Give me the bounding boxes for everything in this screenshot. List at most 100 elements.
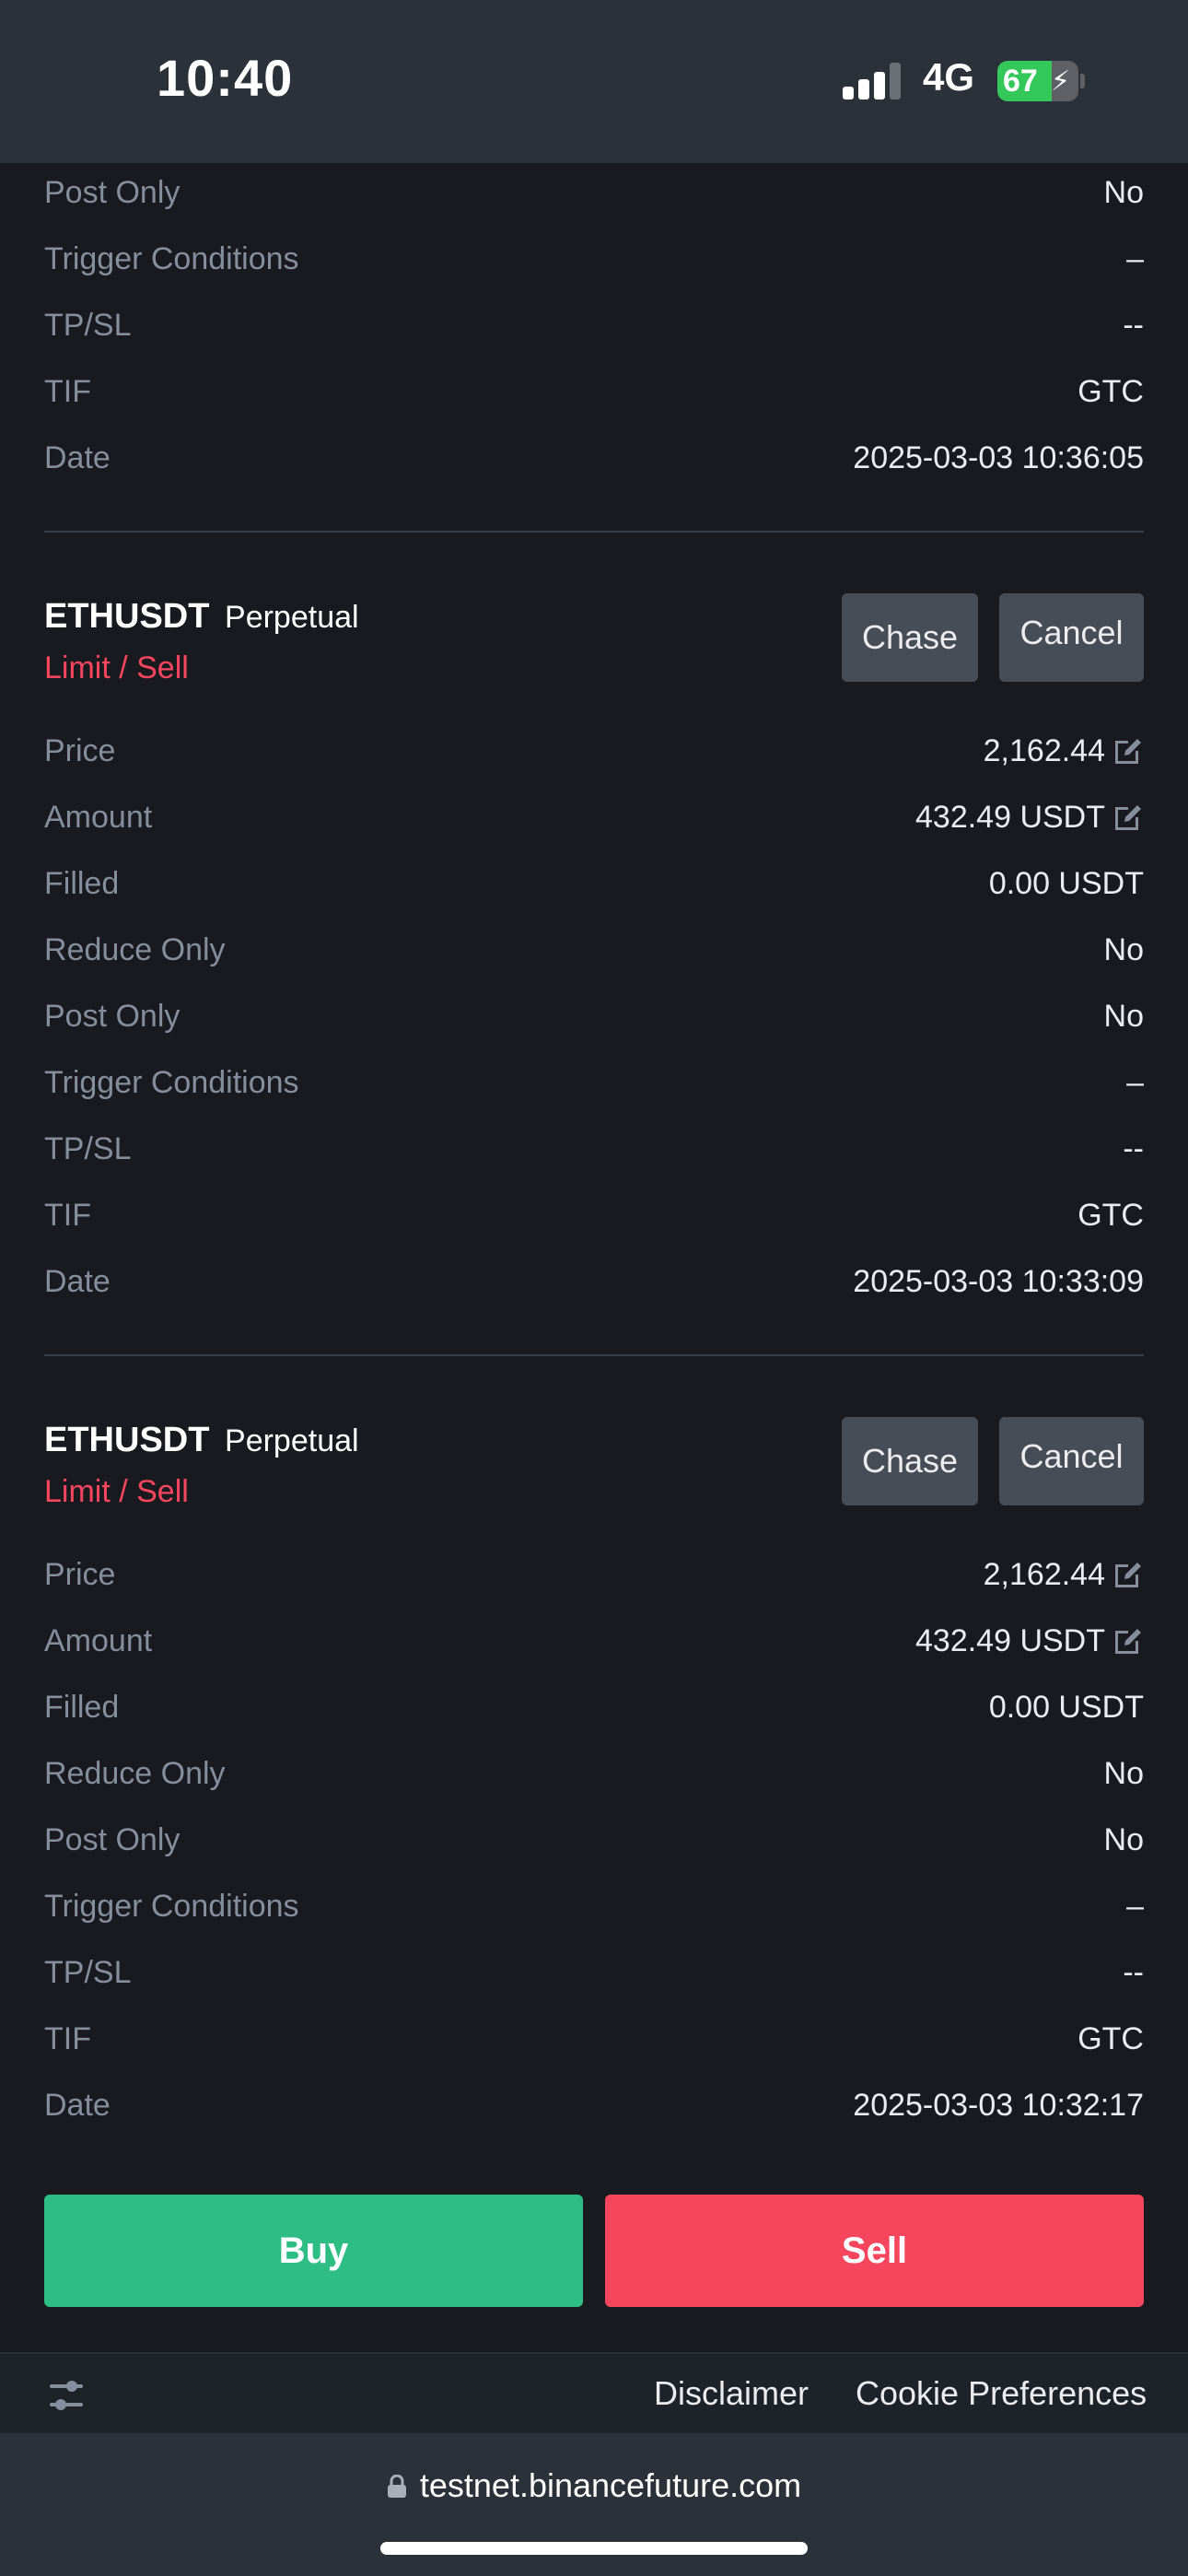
cookie-preferences-link[interactable]: Cookie Preferences: [856, 2374, 1147, 2413]
order-row-post-only: Post Only No: [44, 989, 1144, 1044]
order-row-amount: Amount 432.49 USDT: [44, 790, 1144, 845]
order-row-date: Date 2025-03-03 10:36:05: [44, 430, 1144, 486]
order-symbol: ETHUSDT Perpetual: [44, 1421, 359, 1460]
row-label: Date: [44, 439, 111, 475]
edit-amount-icon[interactable]: [1112, 1625, 1144, 1657]
row-label: Trigger Conditions: [44, 1064, 299, 1100]
row-label: Reduce Only: [44, 1755, 226, 1791]
order-row-date: Date 2025-03-03 10:32:17: [44, 2078, 1144, 2133]
cancel-button[interactable]: Cancel: [999, 593, 1144, 682]
url-text: testnet.binancefuture.com: [419, 2466, 802, 2504]
row-label: Post Only: [44, 1821, 181, 1857]
order-row-trigger-conditions: Trigger Conditions –: [44, 231, 1144, 287]
row-label: Post Only: [44, 998, 181, 1034]
row-value: --: [1123, 307, 1144, 343]
order-row-trigger-conditions: Trigger Conditions –: [44, 1879, 1144, 1934]
row-value: 0.00 USDT: [988, 1689, 1144, 1725]
order-row-post-only: Post Only No: [44, 165, 1144, 220]
price-value: 2,162.44: [983, 1556, 1105, 1592]
battery-percent: 67: [1003, 64, 1038, 99]
battery-cap: [1080, 74, 1085, 88]
contract-type: Perpetual: [225, 1423, 359, 1458]
charging-bolt-icon: ⚡︎: [1051, 66, 1071, 97]
row-label: TIF: [44, 2020, 91, 2056]
sell-button[interactable]: Sell: [605, 2195, 1144, 2307]
order-side: Limit / Sell: [44, 650, 189, 685]
sliders-icon[interactable]: [48, 2378, 85, 2413]
row-value: GTC: [1077, 1197, 1144, 1233]
row-value: No: [1103, 998, 1144, 1034]
amount-value: 432.49 USDT: [915, 799, 1105, 835]
row-label: Reduce Only: [44, 931, 226, 967]
row-value-wrap: 432.49 USDT: [915, 1623, 1144, 1659]
row-label: TP/SL: [44, 1954, 132, 1990]
chase-button[interactable]: Chase: [842, 593, 978, 682]
order-divider: [44, 1354, 1144, 1356]
order-row-date: Date 2025-03-03 10:33:09: [44, 1254, 1144, 1309]
order-row-price: Price 2,162.44: [44, 723, 1144, 779]
row-label: Price: [44, 1556, 116, 1592]
page-footer: Disclaimer Cookie Preferences: [0, 2352, 1188, 2435]
row-value: No: [1103, 1755, 1144, 1791]
order-header: ETHUSDT Perpetual Limit / Sell Chase Can…: [44, 593, 1144, 695]
row-label: Price: [44, 732, 116, 768]
row-value: 2025-03-03 10:36:05: [853, 439, 1144, 475]
cellular-signal-icon: [843, 63, 903, 100]
row-label: Amount: [44, 1622, 153, 1658]
order-header: ETHUSDT Perpetual Limit / Sell Chase Can…: [44, 1417, 1144, 1518]
row-label: Trigger Conditions: [44, 1888, 299, 1924]
home-indicator[interactable]: [380, 2542, 808, 2555]
order-row-tpsl: TP/SL --: [44, 298, 1144, 353]
network-type: 4G: [923, 55, 975, 99]
status-bar: 10:40 4G 67 ⚡︎: [0, 0, 1188, 163]
row-label: TIF: [44, 1197, 91, 1233]
row-value: No: [1103, 174, 1144, 210]
row-value: No: [1103, 1821, 1144, 1857]
row-value: 2025-03-03 10:32:17: [853, 2087, 1144, 2123]
row-label: TP/SL: [44, 307, 132, 343]
row-value: 2025-03-03 10:33:09: [853, 1263, 1144, 1299]
url-field[interactable]: testnet.binancefuture.com: [0, 2466, 1188, 2505]
edit-price-icon[interactable]: [1112, 735, 1144, 767]
buy-button[interactable]: Buy: [44, 2195, 583, 2307]
row-value-wrap: 2,162.44: [984, 733, 1144, 769]
contract-type: Perpetual: [225, 600, 359, 635]
row-value: --: [1123, 1954, 1144, 1990]
row-value: –: [1126, 240, 1144, 276]
order-divider: [44, 531, 1144, 533]
order-row-tif: TIF GTC: [44, 2011, 1144, 2067]
row-value: GTC: [1077, 373, 1144, 409]
lock-icon: [387, 2475, 406, 2498]
edit-amount-icon[interactable]: [1112, 802, 1144, 833]
order-row-tpsl: TP/SL --: [44, 1121, 1144, 1177]
order-row-price: Price 2,162.44: [44, 1547, 1144, 1602]
row-value: GTC: [1077, 2020, 1144, 2056]
row-value: No: [1103, 931, 1144, 967]
row-label: Amount: [44, 799, 153, 835]
symbol-name: ETHUSDT: [44, 1421, 210, 1459]
order-row-reduce-only: Reduce Only No: [44, 922, 1144, 978]
row-label: Filled: [44, 865, 120, 901]
order-symbol: ETHUSDT Perpetual: [44, 597, 359, 637]
cancel-button[interactable]: Cancel: [999, 1417, 1144, 1505]
browser-address-bar: testnet.binancefuture.com: [0, 2433, 1188, 2576]
chase-button[interactable]: Chase: [842, 1417, 978, 1505]
order-row-post-only: Post Only No: [44, 1812, 1144, 1868]
disclaimer-link[interactable]: Disclaimer: [654, 2374, 809, 2413]
row-value-wrap: 2,162.44: [984, 1557, 1144, 1593]
status-time: 10:40: [157, 49, 294, 107]
edit-price-icon[interactable]: [1112, 1559, 1144, 1590]
order-row-tif: TIF GTC: [44, 364, 1144, 419]
order-row-reduce-only: Reduce Only No: [44, 1746, 1144, 1801]
amount-value: 432.49 USDT: [915, 1622, 1105, 1658]
order-row-amount: Amount 432.49 USDT: [44, 1613, 1144, 1669]
symbol-name: ETHUSDT: [44, 597, 210, 636]
order-row-trigger-conditions: Trigger Conditions –: [44, 1055, 1144, 1110]
row-label: Date: [44, 2087, 111, 2123]
row-value: –: [1126, 1888, 1144, 1924]
row-label: Trigger Conditions: [44, 240, 299, 276]
battery-icon: 67 ⚡︎: [997, 61, 1078, 101]
order-row-filled: Filled 0.00 USDT: [44, 1680, 1144, 1735]
order-side: Limit / Sell: [44, 1474, 189, 1509]
row-value: –: [1126, 1064, 1144, 1100]
